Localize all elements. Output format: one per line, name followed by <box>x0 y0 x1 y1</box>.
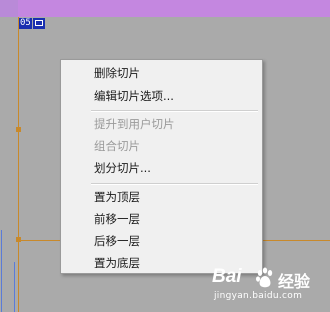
menu-item-divide-slice[interactable]: 划分切片... <box>94 159 151 178</box>
guide-line <box>1 230 2 312</box>
watermark-brand-right: 经验 <box>278 272 311 291</box>
top-color-band <box>0 0 330 17</box>
menu-separator <box>91 110 258 112</box>
slice-resize-handle[interactable] <box>16 237 21 242</box>
menu-item-promote-to-user-slice[interactable]: 提升到用户切片 <box>94 115 175 134</box>
slice-badge[interactable]: 05 <box>19 18 45 29</box>
menu-item-delete-slice[interactable]: 删除切片 <box>94 64 140 83</box>
baidu-paw-icon <box>256 267 273 288</box>
slice-number: 05 <box>19 18 32 29</box>
menu-separator <box>91 183 258 185</box>
menu-item-bring-to-front[interactable]: 置为顶层 <box>94 188 140 207</box>
watermark-url: jingyan.baidu.com <box>214 291 303 301</box>
menu-item-bring-forward[interactable]: 前移一层 <box>94 210 140 229</box>
menu-item-combine-slices[interactable]: 组合切片 <box>94 137 140 156</box>
slice-type-icon <box>32 18 45 29</box>
context-menu: 删除切片 编辑切片选项... 提升到用户切片 组合切片 划分切片... 置为顶层… <box>60 59 263 274</box>
guide-line <box>14 262 15 312</box>
slice-resize-handle[interactable] <box>16 127 21 132</box>
menu-item-send-backward[interactable]: 后移一层 <box>94 232 140 251</box>
menu-item-edit-slice-options[interactable]: 编辑切片选项... <box>94 87 174 106</box>
menu-item-send-to-back[interactable]: 置为底层 <box>94 254 140 273</box>
baidu-jingyan-watermark: Bai 经验 jingyan.baidu.com <box>212 264 324 308</box>
slice-left-border <box>18 17 19 312</box>
top-color-band-left <box>0 0 18 17</box>
watermark-brand-left: Bai <box>212 266 242 287</box>
